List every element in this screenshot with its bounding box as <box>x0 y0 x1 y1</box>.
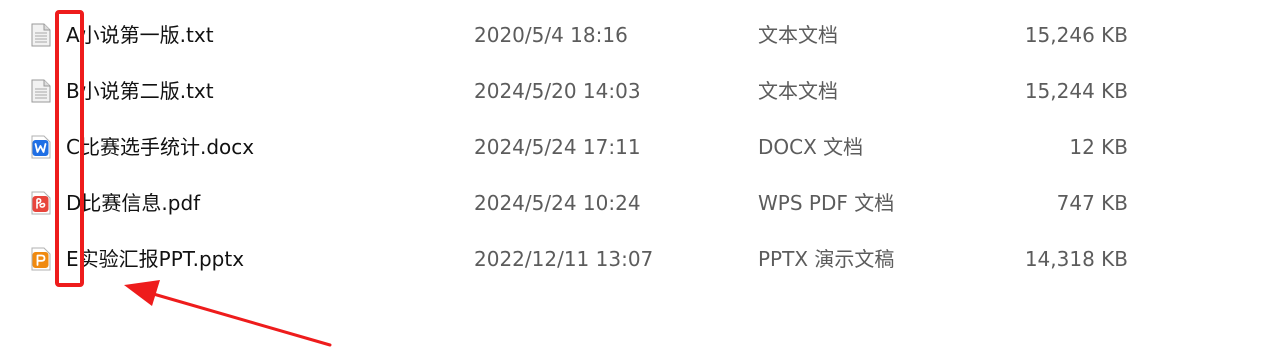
file-size: 15,246 KB <box>1024 23 1128 47</box>
file-row-e[interactable]: E实验汇报PPT.pptx 2022/12/11 13:07 PPTX 演示文稿… <box>0 232 1272 288</box>
file-name[interactable]: E实验汇报PPT.pptx <box>66 247 244 271</box>
file-name[interactable]: A小说第一版.txt <box>66 23 214 47</box>
file-type: WPS PDF 文档 <box>758 191 895 215</box>
file-size: 747 KB <box>1056 191 1128 215</box>
wps-pdf-icon <box>31 191 51 215</box>
file-type: 文本文档 <box>758 23 838 47</box>
text-file-icon <box>31 23 51 47</box>
file-list: A小说第一版.txt 2020/5/4 18:16 文本文档 15,246 KB… <box>0 8 1272 288</box>
file-row-a[interactable]: A小说第一版.txt 2020/5/4 18:16 文本文档 15,246 KB <box>0 8 1272 64</box>
wps-writer-icon <box>31 135 51 159</box>
file-modified-date: 2024/5/24 10:24 <box>474 191 641 215</box>
file-name[interactable]: B小说第二版.txt <box>66 79 214 103</box>
file-modified-date: 2024/5/20 14:03 <box>474 79 641 103</box>
text-file-icon <box>31 79 51 103</box>
file-row-d[interactable]: D比赛信息.pdf 2024/5/24 10:24 WPS PDF 文档 747… <box>0 176 1272 232</box>
file-name[interactable]: C比赛选手统计.docx <box>66 135 254 159</box>
wps-presentation-icon <box>31 247 51 271</box>
file-modified-date: 2024/5/24 17:11 <box>474 135 641 159</box>
file-size: 12 KB <box>1069 135 1128 159</box>
file-size: 14,318 KB <box>1024 247 1128 271</box>
file-name[interactable]: D比赛信息.pdf <box>66 191 200 215</box>
file-type: DOCX 文档 <box>758 135 864 159</box>
file-modified-date: 2020/5/4 18:16 <box>474 23 628 47</box>
file-type: 文本文档 <box>758 79 838 103</box>
file-modified-date: 2022/12/11 13:07 <box>474 247 654 271</box>
file-row-c[interactable]: C比赛选手统计.docx 2024/5/24 17:11 DOCX 文档 12 … <box>0 120 1272 176</box>
file-type: PPTX 演示文稿 <box>758 247 895 271</box>
file-size: 15,244 KB <box>1024 79 1128 103</box>
file-row-b[interactable]: B小说第二版.txt 2024/5/20 14:03 文本文档 15,244 K… <box>0 64 1272 120</box>
